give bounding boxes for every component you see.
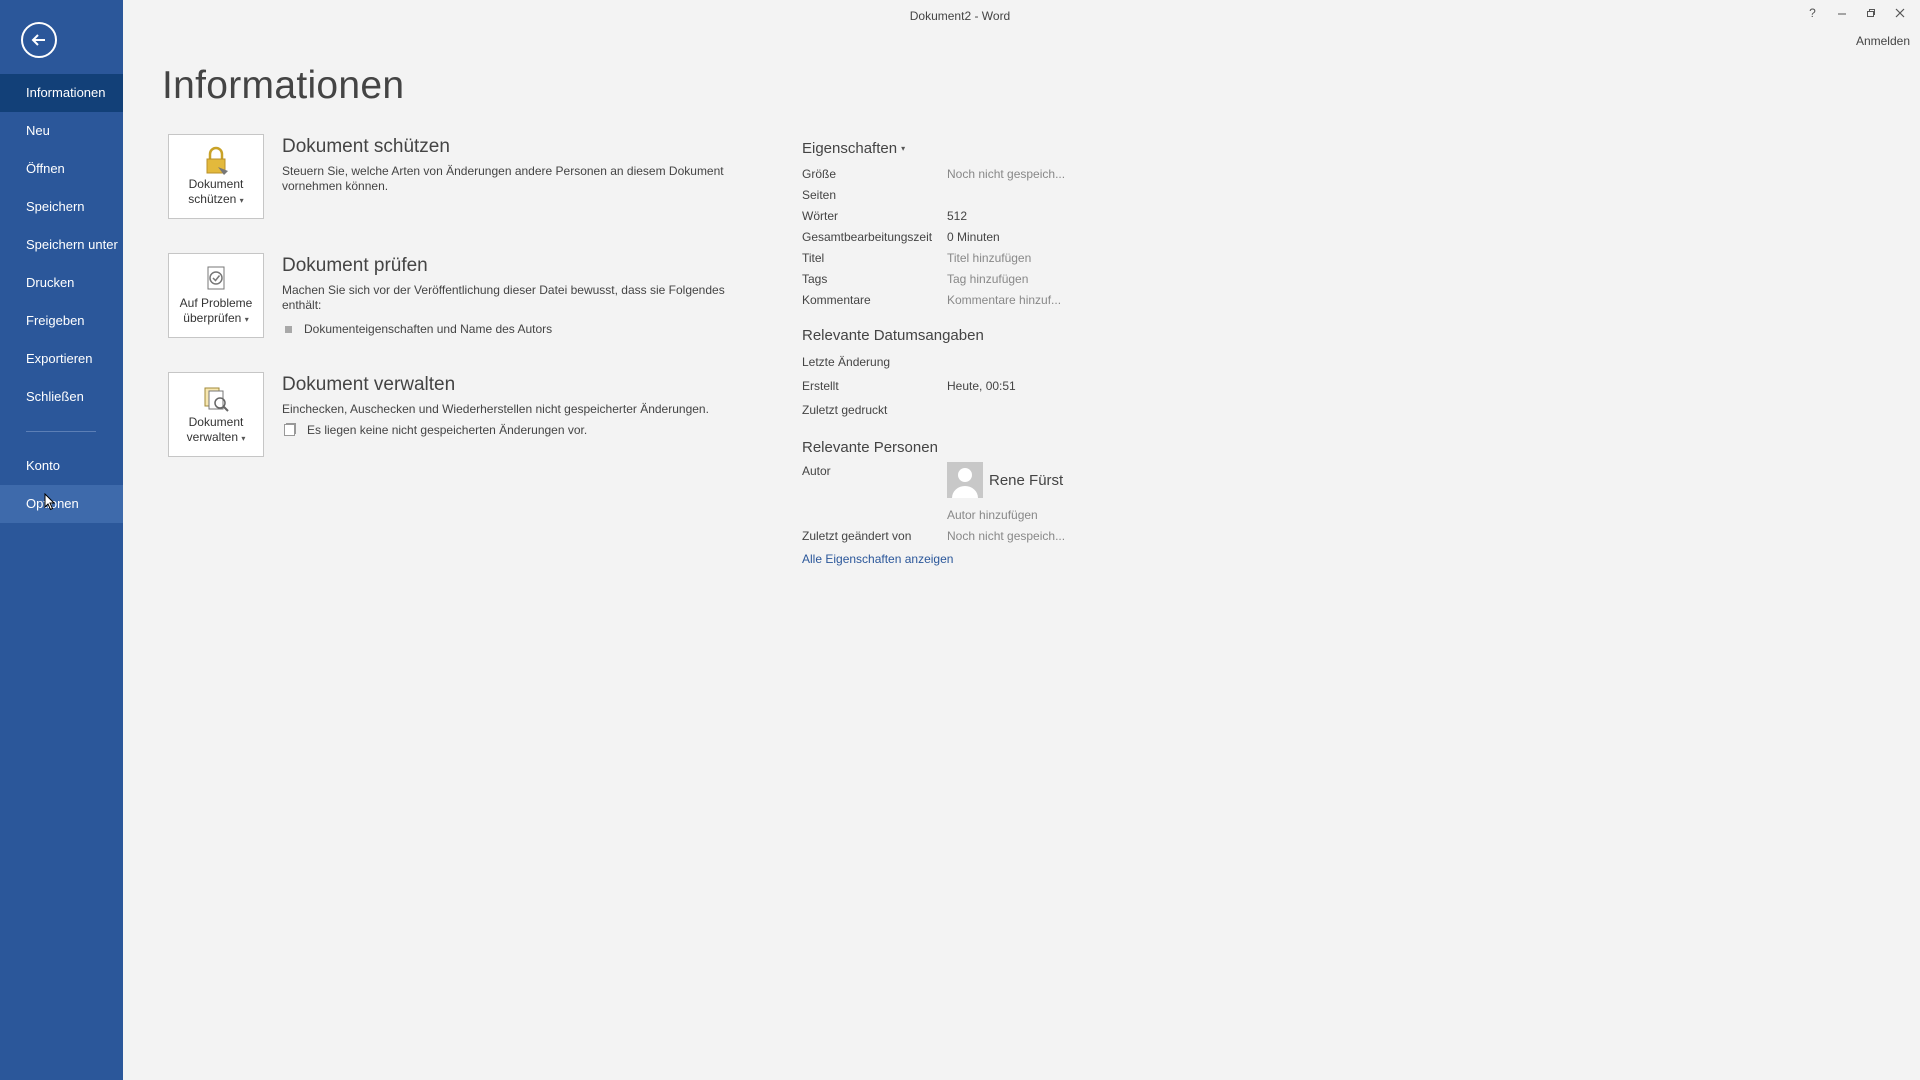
minimize-icon [1837, 13, 1846, 15]
close-button[interactable] [1885, 2, 1914, 24]
inspect-bullet: Dokumenteigenschaften und Name des Autor… [282, 322, 752, 336]
people-header: Relevante Personen [802, 439, 938, 456]
nav-item-neu[interactable]: Neu [0, 112, 123, 150]
nav-item-freigeben[interactable]: Freigeben [0, 302, 123, 340]
property-row-title: Titel Titel hinzufügen [802, 250, 1032, 265]
add-author-row: Autor hinzufügen [802, 504, 1102, 525]
nav-item-speichern[interactable]: Speichern [0, 188, 123, 226]
tags-input[interactable]: Tag hinzufügen [947, 272, 1028, 286]
protect-document-button[interactable]: Dokument schützen ▾ [168, 134, 264, 219]
inspect-title: Dokument prüfen [282, 255, 428, 276]
backstage-sidebar: Informationen Neu Öffnen Speichern Speic… [0, 0, 123, 1080]
comments-input[interactable]: Kommentare hinzuf... [947, 293, 1061, 307]
nav-item-informationen[interactable]: Informationen [0, 74, 123, 112]
protect-button-label-1: Dokument [188, 177, 244, 191]
manage-note: Es liegen keine nicht gespeicherten Ände… [282, 423, 752, 437]
nav-item-oeffnen[interactable]: Öffnen [0, 150, 123, 188]
property-row-pages: Seiten [802, 187, 837, 202]
restore-icon [1866, 9, 1875, 17]
mouse-cursor-icon [44, 493, 56, 511]
protect-button-label-2: schützen ▾ [188, 192, 244, 206]
last-modified-by-row: Zuletzt geändert von Noch nicht gespeich.… [802, 528, 1066, 543]
help-button[interactable]: ? [1798, 2, 1827, 24]
properties-header[interactable]: Eigenschaften ▾ [802, 140, 1102, 157]
nav-item-optionen[interactable]: Optionen [0, 485, 123, 523]
backstage-nav: Informationen Neu Öffnen Speichern Speic… [0, 74, 123, 523]
property-row-comments: Kommentare Kommentare hinzuf... [802, 292, 1062, 307]
title-input[interactable]: Titel hinzufügen [947, 251, 1031, 265]
nav-item-exportieren[interactable]: Exportieren [0, 340, 123, 378]
nav-item-speichern-unter[interactable]: Speichern unter [0, 226, 123, 264]
back-button[interactable] [21, 22, 57, 58]
lock-icon [206, 146, 228, 175]
manage-button-label-1: Dokument [188, 415, 244, 429]
date-row-created: Erstellt Heute, 00:51 [802, 379, 1016, 393]
inspect-button-label-1: Auf Probleme [179, 296, 253, 310]
document-icon [284, 423, 296, 436]
close-icon [1895, 8, 1904, 18]
nav-item-schliessen[interactable]: Schließen [0, 378, 123, 416]
dropdown-caret-icon: ▾ [239, 196, 244, 205]
properties-panel: Eigenschaften ▾ Größe Noch nicht gespeich.… [802, 140, 1102, 568]
inspect-document-icon [207, 266, 225, 290]
nav-item-konto[interactable]: Konto [0, 447, 123, 485]
date-row-last-printed: Zuletzt gedruckt [802, 403, 888, 417]
dropdown-caret-icon: ▾ [901, 144, 906, 153]
dates-header: Relevante Datumsangaben [802, 327, 984, 344]
avatar [947, 462, 983, 498]
manage-document-icon [204, 387, 229, 412]
dropdown-caret-icon: ▾ [244, 315, 249, 324]
property-row-tags: Tags Tag hinzufügen [802, 271, 1029, 286]
check-for-issues-button[interactable]: Auf Probleme überprüfen ▾ [168, 253, 264, 338]
window-controls: ? [1798, 2, 1914, 24]
manage-title: Dokument verwalten [282, 374, 456, 395]
minimize-button[interactable] [1827, 2, 1856, 24]
page-title: Informationen [162, 64, 405, 107]
show-all-properties-link[interactable]: Alle Eigenschaften anzeigen [802, 552, 953, 566]
bullet-square-icon [285, 325, 292, 333]
nav-item-drucken[interactable]: Drucken [0, 264, 123, 302]
manage-document-button[interactable]: Dokument verwalten ▾ [168, 372, 264, 457]
person-icon [952, 468, 978, 498]
date-row-last-modified: Letzte Änderung [802, 355, 891, 369]
author-name[interactable]: Rene Fürst [989, 472, 1063, 489]
manage-button-label-2: verwalten ▾ [186, 430, 246, 444]
nav-separator [26, 431, 96, 432]
protect-description: Steuern Sie, welche Arten von Änderungen… [282, 164, 724, 193]
property-row-edit-time: Gesamtbearbeitungszeit 0 Minuten [802, 229, 1000, 244]
window-title: Dokument2 - Word [909, 9, 1011, 23]
inspect-description: Machen Sie sich vor der Veröffentlichung… [282, 283, 725, 312]
sign-in-link[interactable]: Anmelden [1856, 34, 1910, 48]
manage-description: Einchecken, Auschecken und Wiederherstel… [282, 402, 709, 416]
restore-button[interactable] [1856, 2, 1885, 24]
property-row-words: Wörter 512 [802, 208, 968, 223]
author-row: Autor Rene Fürst [802, 462, 1102, 502]
arrow-left-icon [31, 34, 45, 46]
add-author-input[interactable]: Autor hinzufügen [947, 508, 1038, 522]
inspect-button-label-2: überprüfen ▾ [183, 311, 249, 325]
property-row-size: Größe Noch nicht gespeich... [802, 166, 1066, 181]
dropdown-caret-icon: ▾ [241, 434, 246, 443]
protect-title: Dokument schützen [282, 136, 450, 157]
